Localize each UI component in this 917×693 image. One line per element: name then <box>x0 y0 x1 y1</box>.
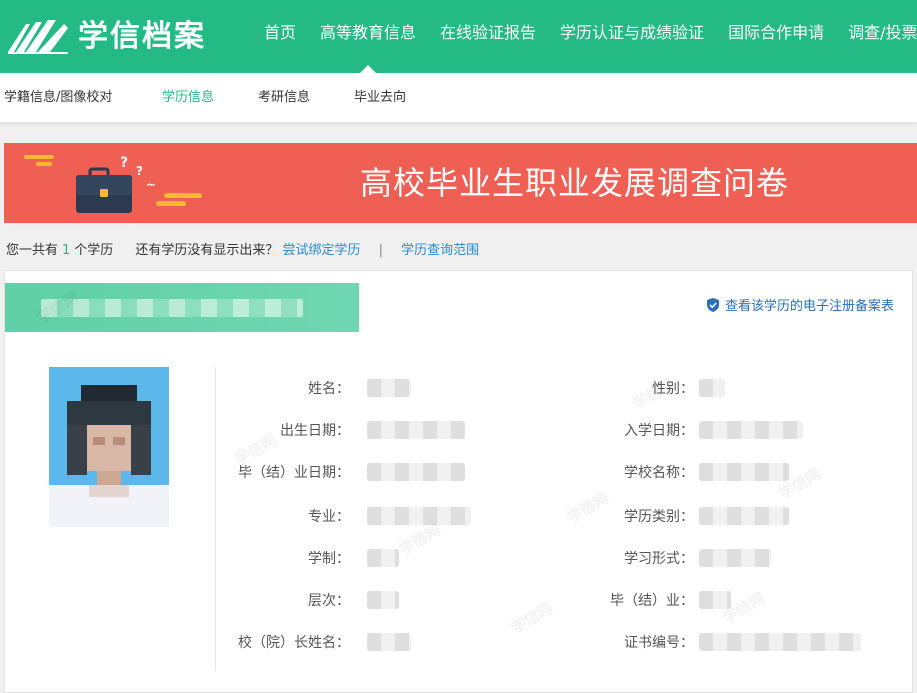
nav-online-verification[interactable]: 在线验证报告 <box>428 0 548 73</box>
degree-type-label: 学历类别： <box>624 509 694 525</box>
nav-degree-certification[interactable]: 学历认证与成绩验证 <box>548 0 716 73</box>
name-label: 姓名： <box>308 381 350 397</box>
banner-title: 高校毕业生职业发展调查问卷 <box>360 164 790 202</box>
study-mode-value-blurred <box>699 549 771 567</box>
gender-label: 性别： <box>652 381 694 397</box>
certificate-number-label: 证书编号： <box>624 635 694 651</box>
gender-value-blurred <box>699 379 725 397</box>
nav-international[interactable]: 国际合作申请 <box>716 0 836 73</box>
degree-count: 1 <box>62 243 71 258</box>
svg-text:~: ~ <box>146 178 156 192</box>
birthdate-value-blurred <box>367 421 465 439</box>
major-value-blurred <box>367 507 471 525</box>
school-name-label: 学校名称： <box>624 465 694 481</box>
view-registration-form-label: 查看该学历的电子注册备案表 <box>724 299 894 314</box>
degree-count-line: 您一共有 1 个学历 还有学历没有显示出来？ 尝试绑定学历 | 学历查询范围 <box>6 240 479 262</box>
subnav-enrollment[interactable]: 学籍信息/图像校对 <box>4 73 112 123</box>
school-name-value-blurred <box>699 463 789 481</box>
subnav-graduation[interactable]: 毕业去向 <box>354 73 406 123</box>
nav-survey[interactable]: 调查/投票 <box>836 0 917 73</box>
major-label: 专业： <box>308 509 350 525</box>
president-name-label: 校（院）长姓名： <box>238 635 350 651</box>
svg-text:?: ? <box>136 164 143 178</box>
duration-value-blurred <box>367 549 399 567</box>
graduation-date-label: 毕（结）业日期： <box>238 465 350 481</box>
count-prefix: 您一共有 <box>6 243 59 258</box>
enrollment-date-label: 入学日期： <box>624 423 694 439</box>
graduation-status-value-blurred <box>699 591 731 609</box>
study-mode-label: 学习形式： <box>624 551 694 567</box>
svg-text:?: ? <box>120 155 128 171</box>
record-title-bar <box>5 283 359 332</box>
degree-type-value-blurred <box>699 507 789 525</box>
link-separator: | <box>378 243 384 258</box>
graduation-date-value-blurred <box>367 463 465 481</box>
main-nav: 首页 高等教育信息 在线验证报告 学历认证与成绩验证 国际合作申请 调查/投票 <box>252 0 917 73</box>
degree-record-card: 查看该学历的电子注册备案表 姓名： 出生日期： 毕（结）业日期： 专业： 学制：… <box>4 270 913 693</box>
logo[interactable]: 学信档案 <box>6 14 204 58</box>
sub-nav: 学籍信息/图像校对 学历信息 考研信息 毕业去向 <box>0 73 917 123</box>
nav-home[interactable]: 首页 <box>252 0 308 73</box>
subnav-degree[interactable]: 学历信息 <box>162 73 214 123</box>
certificate-number-value-blurred <box>699 633 861 651</box>
duration-label: 学制： <box>308 551 350 567</box>
president-name-value-blurred <box>367 633 411 651</box>
briefcase-illustration-icon: ? ? ~ <box>24 155 202 213</box>
query-range-link[interactable]: 学历查询范围 <box>401 243 479 258</box>
watermark: 学信网 <box>507 598 556 637</box>
subnav-exam[interactable]: 考研信息 <box>258 73 310 123</box>
view-registration-form-link[interactable]: 查看该学历的电子注册备案表 <box>706 295 894 314</box>
level-value-blurred <box>367 591 399 609</box>
logo-text: 学信档案 <box>78 19 206 54</box>
shield-check-icon <box>706 297 719 312</box>
name-value-blurred <box>367 379 411 397</box>
missing-question: 还有学历没有显示出来？ <box>135 243 279 258</box>
student-photo <box>49 367 169 527</box>
bind-degree-link[interactable]: 尝试绑定学历 <box>282 243 360 258</box>
blurred-school-name <box>41 299 303 317</box>
divider <box>215 367 216 671</box>
watermark: 学信网 <box>563 488 612 527</box>
survey-banner[interactable]: ? ? ~ 高校毕业生职业发展调查问卷 <box>4 143 917 223</box>
enrollment-date-value-blurred <box>699 421 803 439</box>
graduation-status-label: 毕（结）业： <box>610 593 694 609</box>
watermark: 学信网 <box>395 520 444 559</box>
count-suffix: 个学历 <box>74 243 114 258</box>
birthdate-label: 出生日期： <box>280 423 350 439</box>
level-label: 层次： <box>308 593 350 609</box>
top-bar: 学信档案 首页 高等教育信息 在线验证报告 学历认证与成绩验证 国际合作申请 调… <box>0 0 917 73</box>
nav-higher-education[interactable]: 高等教育信息 <box>308 0 428 73</box>
logo-book-icon <box>8 20 68 54</box>
